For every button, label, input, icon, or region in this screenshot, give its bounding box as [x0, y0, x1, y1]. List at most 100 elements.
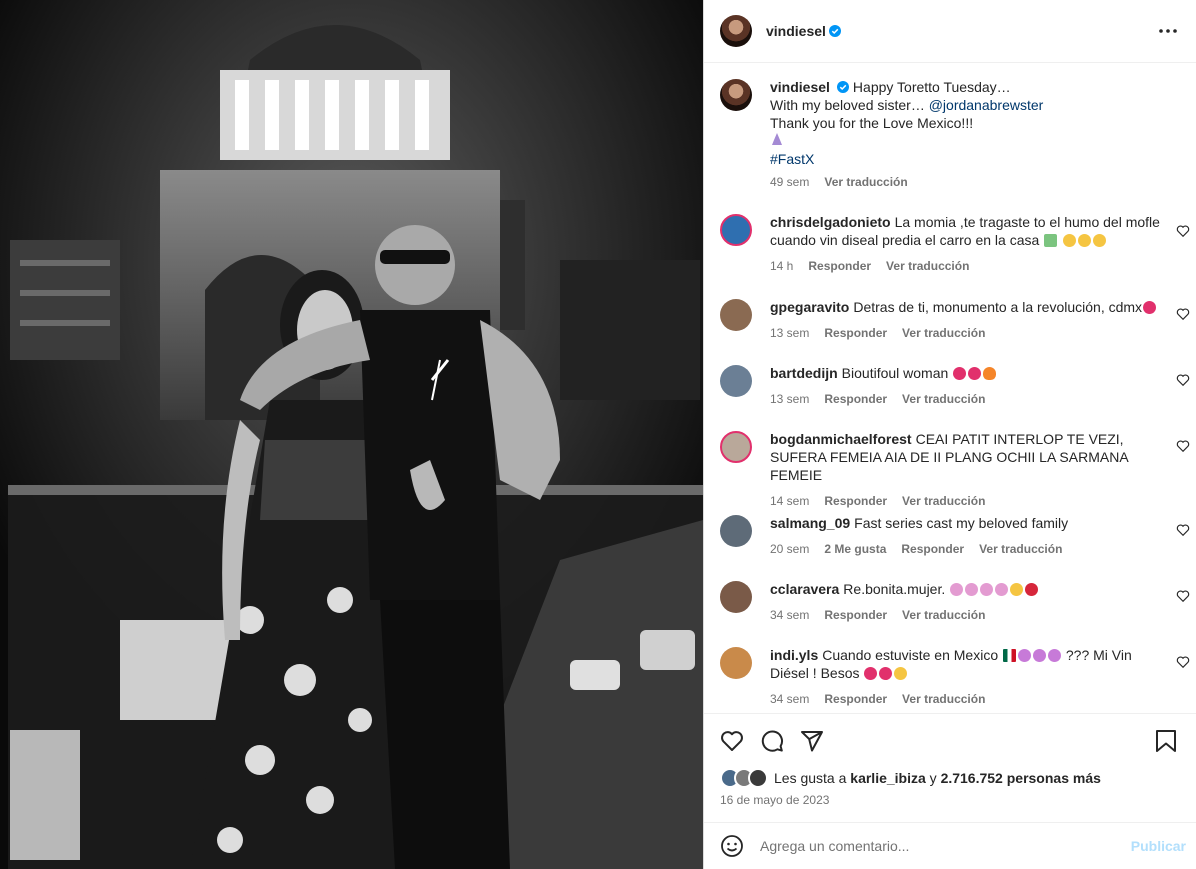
comment-meta: 14 sem Responder Ver traducción	[770, 492, 1162, 510]
author-avatar[interactable]	[720, 79, 752, 111]
laughing-emoji-icon	[1063, 234, 1077, 247]
see-translation-button[interactable]: Ver traducción	[902, 606, 985, 624]
author-username[interactable]: vindiesel	[766, 23, 826, 39]
commenter-avatar[interactable]	[720, 515, 752, 547]
bouquet-emoji-icon	[995, 583, 1009, 596]
see-translation-button[interactable]: Ver traducción	[886, 257, 969, 275]
author-avatar[interactable]	[720, 15, 752, 47]
see-translation-button[interactable]: Ver traducción	[979, 540, 1062, 558]
commenter-avatar[interactable]	[720, 431, 752, 463]
like-comment-heart-icon[interactable]	[1176, 439, 1190, 453]
caption-time[interactable]: 49 sem	[770, 173, 809, 191]
reply-button[interactable]: Responder	[824, 690, 887, 708]
heart-emoji-icon	[968, 367, 982, 380]
comment-bubble-icon[interactable]	[760, 729, 784, 753]
comment-meta: 14 h Responder Ver traducción	[770, 257, 1162, 275]
caption-line-3: Thank you for the Love Mexico!!!	[770, 115, 974, 131]
comment-username[interactable]: chrisdelgadonieto	[770, 214, 891, 230]
share-paper-plane-icon[interactable]	[800, 729, 824, 753]
laughing-emoji-icon	[1093, 234, 1107, 247]
bouquet-emoji-icon	[980, 583, 994, 596]
likes-prefix: Les gusta a	[774, 770, 847, 786]
comment-username[interactable]: gpegaravito	[770, 299, 849, 315]
bouquet-emoji-icon	[965, 583, 979, 596]
comment-likes-count[interactable]: 2 Me gusta	[824, 540, 886, 558]
reply-button[interactable]: Responder	[824, 390, 887, 408]
see-translation-button[interactable]: Ver traducción	[902, 390, 985, 408]
comment-item: chrisdelgadonieto La momia ,te tragaste t…	[720, 213, 1190, 275]
heart-eyes-emoji-icon	[1018, 649, 1031, 662]
comment-username[interactable]: bartdedijn	[770, 365, 838, 381]
commenter-avatar[interactable]	[720, 365, 752, 397]
comment-item: bogdanmichaelforest CEAI PATIT INTERLOP T…	[720, 430, 1190, 510]
reply-button[interactable]: Responder	[824, 492, 887, 510]
post-photo[interactable]	[0, 0, 703, 869]
comment-time[interactable]: 13 sem	[770, 390, 809, 408]
see-translation-button[interactable]: Ver traducción	[902, 690, 985, 708]
comment-time[interactable]: 13 sem	[770, 324, 809, 342]
like-comment-heart-icon[interactable]	[1176, 307, 1190, 321]
see-translation-button[interactable]: Ver traducción	[902, 324, 985, 342]
comment-text: Cuando estuviste en Mexico	[822, 647, 999, 663]
comment-text: Fast series cast my beloved family	[854, 515, 1069, 531]
likers-avatars[interactable]	[720, 768, 770, 788]
emoji-picker-icon[interactable]	[720, 834, 744, 858]
see-translation-button[interactable]: Ver traducción	[824, 173, 907, 191]
instagram-post: vindiesel vindiesel Happy Toretto Tuesday…	[0, 0, 1196, 869]
comment-username[interactable]: bogdanmichaelforest	[770, 431, 912, 447]
caption-username[interactable]: vindiesel	[770, 79, 830, 95]
like-comment-heart-icon[interactable]	[1176, 373, 1190, 387]
comment-time[interactable]: 14 sem	[770, 492, 809, 510]
comment-meta: 34 sem Responder Ver traducción	[770, 690, 1162, 708]
kiss-mark-emoji-icon	[879, 667, 893, 680]
caption-meta: 49 sem Ver traducción	[770, 173, 1162, 191]
publish-button[interactable]: Publicar	[1131, 838, 1186, 854]
commenter-avatar[interactable]	[720, 214, 752, 246]
caption-hashtag-link[interactable]: #FastX	[770, 151, 814, 167]
caption: vindiesel Happy Toretto Tuesday… With my …	[720, 78, 1190, 191]
comment-body: salmang_09 Fast series cast my beloved fa…	[770, 514, 1190, 558]
comment-username[interactable]: cclaravera	[770, 581, 839, 597]
mexico-flag-emoji-icon	[1003, 649, 1016, 662]
reply-button[interactable]: Responder	[824, 606, 887, 624]
liker-username[interactable]: karlie_ibiza	[850, 770, 926, 786]
save-bookmark-icon[interactable]	[1154, 729, 1178, 753]
caption-line-1: Happy Toretto Tuesday…	[852, 79, 1011, 95]
verified-badge-icon	[836, 81, 849, 93]
comment-username[interactable]: indi.yls	[770, 647, 818, 663]
commenter-avatar[interactable]	[720, 647, 752, 679]
post-date[interactable]: 16 de mayo de 2023	[720, 793, 829, 807]
kiss-mark-emoji-icon	[864, 667, 878, 680]
comment-username[interactable]: salmang_09	[770, 515, 850, 531]
fire-emoji-icon	[983, 367, 997, 380]
see-translation-button[interactable]: Ver traducción	[902, 492, 985, 510]
like-comment-heart-icon[interactable]	[1176, 523, 1190, 537]
comment-time[interactable]: 20 sem	[770, 540, 809, 558]
comment-time[interactable]: 34 sem	[770, 690, 809, 708]
photo-illustration	[0, 0, 703, 869]
like-comment-heart-icon[interactable]	[1176, 224, 1190, 238]
comment-item: gpegaravito Detras de ti, monumento a la …	[720, 298, 1190, 342]
comment-text: Bioutifoul woman	[841, 365, 949, 381]
heart-eyes-emoji-icon	[1033, 649, 1046, 662]
likes-count-link[interactable]: 2.716.752 personas más	[941, 770, 1101, 786]
caption-body: vindiesel Happy Toretto Tuesday… With my …	[770, 78, 1190, 191]
reply-button[interactable]: Responder	[808, 257, 871, 275]
like-heart-icon[interactable]	[720, 729, 744, 753]
reply-button[interactable]: Responder	[824, 324, 887, 342]
caption-mention-link[interactable]: @jordanabrewster	[929, 97, 1044, 113]
comment-body: indi.yls Cuando estuviste en Mexico ??? M…	[770, 646, 1190, 708]
heart-emoji-icon	[1143, 301, 1157, 314]
more-options-icon[interactable]	[1156, 19, 1180, 43]
comment-time[interactable]: 14 h	[770, 257, 793, 275]
comment-body: chrisdelgadonieto La momia ,te tragaste t…	[770, 213, 1190, 275]
like-comment-heart-icon[interactable]	[1176, 589, 1190, 603]
commenter-avatar[interactable]	[720, 581, 752, 613]
comment-input[interactable]	[760, 838, 1131, 854]
commenter-avatar[interactable]	[720, 299, 752, 331]
reply-button[interactable]: Responder	[901, 540, 964, 558]
comment-meta: 34 sem Responder Ver traducción	[770, 606, 1162, 624]
like-comment-heart-icon[interactable]	[1176, 655, 1190, 669]
comment-time[interactable]: 34 sem	[770, 606, 809, 624]
comments-list[interactable]: vindiesel Happy Toretto Tuesday… With my …	[704, 63, 1196, 713]
